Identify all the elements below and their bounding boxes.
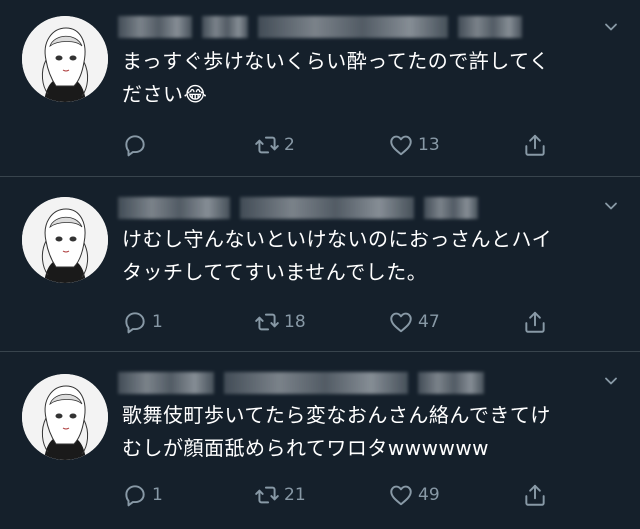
redacted-block (258, 16, 448, 38)
reply-icon (122, 309, 148, 335)
chevron-down-icon[interactable] (604, 20, 618, 34)
redacted-block (118, 197, 230, 219)
retweet-button[interactable]: 21 (254, 480, 306, 510)
like-count: 49 (418, 485, 440, 505)
share-icon (522, 309, 548, 335)
heart-icon (388, 132, 414, 158)
reply-count: 1 (152, 485, 163, 505)
tweet-text: けむし守んないといけないのにおっさんとハイ タッチしててすいませんでした。 (122, 223, 622, 289)
share-icon (522, 482, 548, 508)
like-button[interactable]: 47 (388, 307, 440, 337)
manga-girl-avatar-icon (22, 374, 108, 460)
retweet-count: 21 (284, 485, 306, 505)
like-button[interactable]: 49 (388, 480, 440, 510)
avatar[interactable] (22, 16, 108, 102)
tweet[interactable]: まっすぐ歩けないくらい酔ってたので許してく ださい😂 2 13 (0, 0, 640, 177)
author-name-redacted[interactable] (118, 372, 484, 394)
retweet-icon (254, 309, 280, 335)
retweet-count: 18 (284, 312, 306, 332)
like-button[interactable]: 13 (388, 130, 440, 160)
author-name-redacted[interactable] (118, 197, 478, 219)
redacted-block (224, 372, 408, 394)
share-button[interactable] (522, 130, 548, 160)
redacted-block (240, 197, 414, 219)
tweet-text-line: タッチしててすいませんでした。 (122, 260, 428, 284)
tweet[interactable]: けむし守んないといけないのにおっさんとハイ タッチしててすいませんでした。 1 … (0, 177, 640, 352)
tweet-text-line: ださい😂 (122, 78, 622, 111)
reply-button[interactable]: 1 (122, 307, 163, 337)
redacted-block (458, 16, 522, 38)
reply-icon (122, 132, 148, 158)
share-button[interactable] (522, 480, 548, 510)
retweet-icon (254, 482, 280, 508)
manga-girl-avatar-icon (22, 16, 108, 102)
redacted-block (118, 16, 192, 38)
tweet-actions: 1 18 47 (122, 307, 562, 337)
redacted-block (202, 16, 248, 38)
avatar[interactable] (22, 197, 108, 283)
laughing-emoji-icon: 😂 (183, 82, 208, 106)
retweet-icon (254, 132, 280, 158)
reply-button[interactable] (122, 130, 152, 160)
like-count: 13 (418, 135, 440, 155)
redacted-block (118, 372, 214, 394)
tweet-actions: 2 13 (122, 130, 562, 160)
chevron-down-icon[interactable] (604, 199, 618, 213)
like-count: 47 (418, 312, 440, 332)
author-name-redacted[interactable] (118, 16, 522, 38)
manga-girl-avatar-icon (22, 197, 108, 283)
tweet-text-line: まっすぐ歩けないくらい酔ってたので許してく (122, 49, 550, 73)
share-icon (522, 132, 548, 158)
heart-icon (388, 309, 414, 335)
tweet-text: まっすぐ歩けないくらい酔ってたので許してく ださい😂 (122, 45, 622, 111)
redacted-block (424, 197, 478, 219)
heart-icon (388, 482, 414, 508)
tweet[interactable]: 歌舞伎町歩いてたら変なおんさん絡んできてけ むしが顔面舐められてワロタwwwww… (0, 352, 640, 529)
tweet-text-span: ださい (122, 82, 184, 106)
retweet-button[interactable]: 18 (254, 307, 306, 337)
avatar[interactable] (22, 374, 108, 460)
reply-icon (122, 482, 148, 508)
tweet-text-line: むしが顔面舐められてワロタwwwwww (122, 436, 490, 460)
reply-count: 1 (152, 312, 163, 332)
chevron-down-icon[interactable] (604, 374, 618, 388)
reply-button[interactable]: 1 (122, 480, 163, 510)
redacted-block (418, 372, 484, 394)
retweet-count: 2 (284, 135, 295, 155)
tweet-text-line: けむし守んないといけないのにおっさんとハイ (122, 227, 553, 251)
tweet-text: 歌舞伎町歩いてたら変なおんさん絡んできてけ むしが顔面舐められてワロタwwwww… (122, 399, 622, 465)
retweet-button[interactable]: 2 (254, 130, 295, 160)
tweet-actions: 1 21 49 (122, 480, 562, 510)
tweet-text-line: 歌舞伎町歩いてたら変なおんさん絡んできてけ (122, 403, 551, 427)
share-button[interactable] (522, 307, 548, 337)
